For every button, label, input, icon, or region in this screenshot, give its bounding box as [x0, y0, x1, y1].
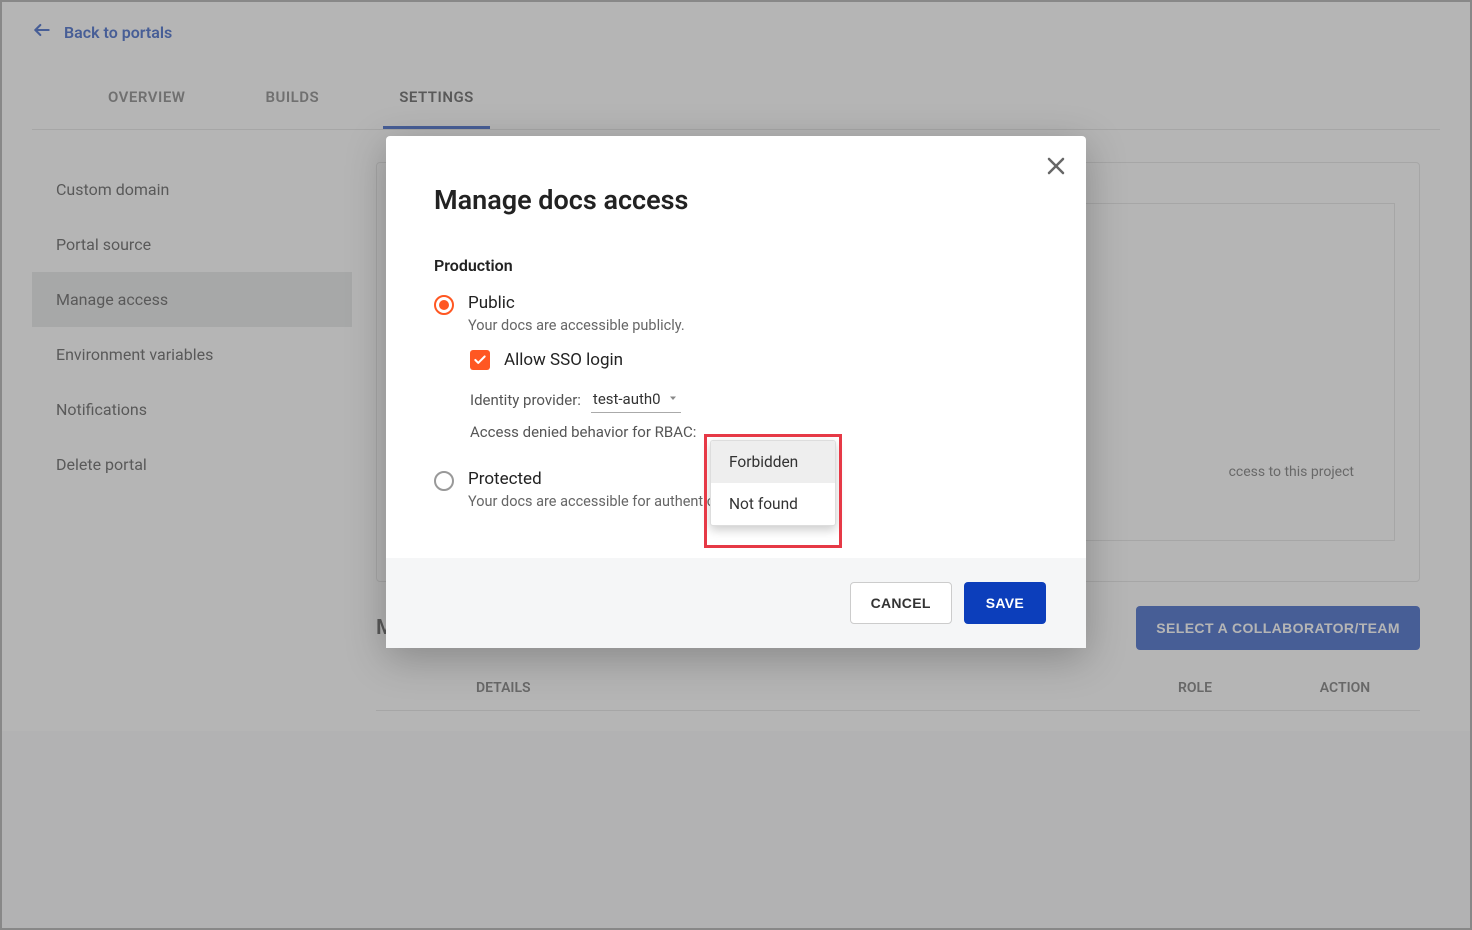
radio-public-icon: [434, 295, 454, 315]
rbac-label: Access denied behavior for RBAC:: [470, 423, 696, 441]
dropdown-option-not-found[interactable]: Not found: [711, 483, 835, 525]
modal-overlay: Manage docs access Production Public You…: [0, 0, 1472, 930]
idp-label: Identity provider:: [470, 391, 581, 409]
chevron-down-icon: [667, 390, 679, 408]
cancel-button[interactable]: CANCEL: [850, 582, 952, 624]
manage-docs-access-modal: Manage docs access Production Public You…: [386, 136, 1086, 648]
idp-select[interactable]: test-auth0: [591, 386, 681, 413]
radio-protected-icon: [434, 471, 454, 491]
allow-sso-checkbox[interactable]: Allow SSO login: [470, 350, 1038, 370]
close-icon[interactable]: [1044, 154, 1068, 178]
save-button[interactable]: SAVE: [964, 582, 1046, 624]
dropdown-option-forbidden[interactable]: Forbidden: [711, 441, 835, 483]
section-production-label: Production: [434, 256, 1038, 275]
checkbox-icon: [470, 350, 490, 370]
radio-public-desc: Your docs are accessible publicly.: [468, 317, 685, 334]
rbac-dropdown: Forbidden Not found: [710, 440, 836, 526]
modal-title: Manage docs access: [434, 184, 1038, 216]
radio-public-label: Public: [468, 293, 685, 313]
allow-sso-label: Allow SSO login: [504, 350, 623, 370]
idp-value: test-auth0: [593, 390, 661, 408]
radio-public[interactable]: Public Your docs are accessible publicly…: [434, 293, 1038, 334]
